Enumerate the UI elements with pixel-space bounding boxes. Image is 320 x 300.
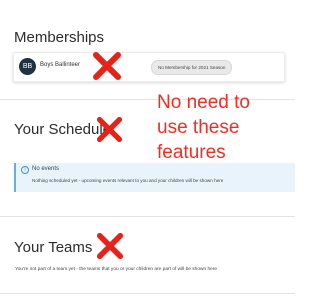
annotation-line: use these	[157, 117, 240, 138]
section-divider	[0, 216, 295, 217]
x-mark-icon	[93, 52, 121, 80]
annotation-line: features	[157, 142, 226, 163]
teams-heading: Your Teams	[14, 239, 93, 256]
memberships-heading: Memberships	[14, 29, 105, 46]
info-text: Nothing scheduled yet - upcoming events …	[32, 178, 224, 183]
member-name: Boys Ballinteer	[40, 62, 81, 68]
section-divider	[0, 293, 295, 294]
membership-card[interactable]: BB Boys Ballinteer No Membership for 202…	[13, 52, 285, 82]
avatar: BB	[19, 58, 36, 75]
x-mark-icon	[96, 232, 124, 260]
info-icon: i	[21, 166, 29, 174]
annotation-text: No need to use these features	[157, 90, 292, 165]
teams-empty-text: You're not part of a team yet - the team…	[15, 267, 218, 272]
info-title: No events	[32, 166, 60, 172]
membership-status-badge: No Membership for 2021 Season	[151, 60, 233, 75]
x-mark-icon	[96, 116, 123, 143]
no-events-notice: i No events Nothing scheduled yet - upco…	[14, 163, 295, 192]
annotation-line: No need to	[157, 92, 250, 113]
